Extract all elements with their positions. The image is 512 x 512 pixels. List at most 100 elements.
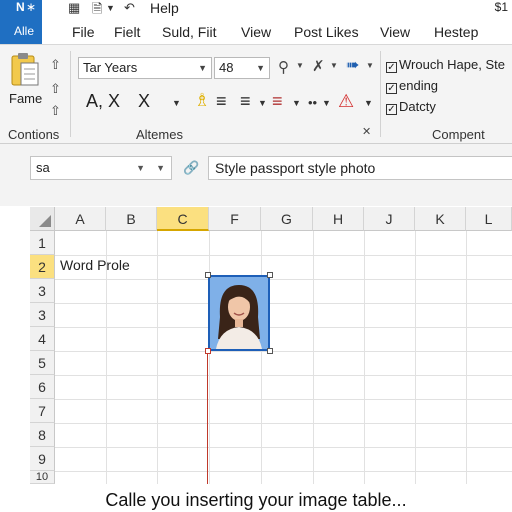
check-label: Wrouch Hape, Ste — [399, 57, 505, 72]
chevron-down-icon: ▼ — [256, 63, 265, 73]
column-header-f[interactable]: F — [209, 207, 261, 231]
row-header-6[interactable]: 6 — [30, 375, 55, 399]
tab-suld-fiit[interactable]: Suld, Fiit — [162, 24, 216, 40]
chevron-down-icon[interactable]: ▼ — [172, 98, 181, 108]
resize-handle-bottom-right[interactable] — [267, 348, 273, 354]
row-header-7[interactable]: 7 — [30, 399, 55, 423]
cut-icon[interactable]: ⇧ — [50, 57, 61, 73]
column-header-l[interactable]: L — [466, 207, 512, 231]
format-painter-icon[interactable]: ⇧ — [50, 103, 61, 119]
list-icon[interactable]: ≡ — [240, 91, 251, 112]
checkbox-icon: ✓ — [386, 62, 397, 73]
column-header-b[interactable]: B — [106, 207, 157, 231]
font-name-value: Tar Years — [83, 60, 138, 75]
undo-icon[interactable]: ↶ — [124, 0, 135, 16]
check-datcty[interactable]: ✓ Datcty — [386, 99, 436, 115]
gridline — [55, 279, 512, 280]
save-icon[interactable]: ▦ — [68, 0, 80, 16]
chevron-down-icon[interactable]: ▼ — [258, 98, 267, 108]
gridline — [55, 423, 512, 424]
caption-text: Calle you inserting your image table... — [105, 490, 407, 510]
chevron-down-icon[interactable]: ▼ — [364, 98, 373, 108]
column-header-k[interactable]: K — [415, 207, 466, 231]
menu-bar: File Fielt Suld, Fiit View Post Likes Vi… — [42, 18, 512, 44]
row-header-8[interactable]: 8 — [30, 423, 55, 447]
chevron-down-icon[interactable]: ▼ — [330, 61, 338, 70]
name-box[interactable]: sa ▼ ▼ — [30, 156, 172, 180]
chevron-down-icon[interactable]: ▼ — [292, 98, 301, 108]
copy-icon[interactable]: ⇧ — [50, 81, 61, 97]
gridline — [55, 399, 512, 400]
font-name-select[interactable]: Tar Years ▼ — [78, 57, 212, 79]
anchor-guide-line — [207, 353, 208, 484]
paste-label[interactable]: Fame — [9, 91, 42, 106]
chevron-down-icon[interactable]: ▼ — [366, 61, 374, 70]
resize-handle-top-right[interactable] — [267, 272, 273, 278]
highlight-icon[interactable]: ♗ — [194, 90, 210, 111]
chevron-down-icon: ▼ — [156, 163, 165, 173]
ribbon-separator — [70, 51, 71, 137]
row-header-2[interactable]: 2 — [30, 255, 55, 279]
chevron-down-icon[interactable]: ▼ — [296, 61, 304, 70]
more-icon[interactable]: •• — [308, 95, 317, 110]
paste-icon[interactable] — [10, 53, 40, 87]
tab-fielt[interactable]: Fielt — [114, 24, 140, 40]
ribbon-separator — [380, 51, 381, 137]
help-label[interactable]: Help — [150, 0, 179, 16]
gridline — [55, 327, 512, 328]
pin-icon[interactable]: ➠ — [346, 55, 359, 75]
formula-input[interactable]: Style passport style photo — [208, 156, 512, 180]
row-header-3b[interactable]: 3 — [30, 303, 55, 327]
checkbox-icon: ✓ — [386, 83, 397, 94]
find-icon[interactable]: ⚲ — [278, 58, 289, 76]
tab-file[interactable]: File — [72, 24, 95, 40]
numbered-list-icon[interactable]: ≡ — [272, 91, 283, 112]
column-header-h[interactable]: H — [313, 207, 364, 231]
check-ending[interactable]: ✓ ending — [386, 78, 438, 94]
dropdown-icon[interactable]: ▼ — [106, 3, 115, 13]
select-all-corner[interactable] — [30, 207, 55, 231]
row-header-9[interactable]: 9 — [30, 447, 55, 471]
row-header-5[interactable]: 5 — [30, 351, 55, 375]
column-header-g[interactable]: G — [261, 207, 313, 231]
logo-label: Alle — [14, 24, 35, 38]
row-header-1[interactable]: 1 — [30, 231, 55, 255]
resize-handle-top-left[interactable] — [205, 272, 211, 278]
column-header-c[interactable]: C — [157, 207, 209, 231]
clipboard-group-label: Contions — [8, 127, 60, 142]
font-group-label: Altemes — [136, 127, 183, 142]
check-wrouch[interactable]: ✓ Wrouch Hape, Ste — [386, 57, 505, 73]
link-icon[interactable]: 🔗 — [183, 160, 199, 176]
logo-mark: N — [16, 0, 25, 14]
tab-view-2[interactable]: View — [380, 24, 410, 40]
tab-view[interactable]: View — [241, 24, 271, 40]
row-header-3[interactable]: 3 — [30, 279, 55, 303]
warning-icon[interactable]: ⚠ — [338, 91, 354, 112]
gridline — [55, 375, 512, 376]
font-size-select[interactable]: 48 ▼ — [214, 57, 270, 79]
check-label: Datcty — [399, 99, 436, 114]
inserted-photo[interactable] — [208, 275, 270, 351]
bold-button[interactable]: A, X — [86, 91, 120, 112]
resize-handle-bottom-left[interactable] — [205, 348, 211, 354]
gridline — [55, 255, 512, 256]
dialog-launcher-icon[interactable]: ✕ — [362, 125, 371, 138]
gridline — [55, 471, 512, 472]
cell-a2-text[interactable]: Word Prole — [60, 257, 130, 273]
gridline — [55, 303, 512, 304]
italic-button[interactable]: X — [138, 91, 150, 112]
column-header-a[interactable]: A — [55, 207, 106, 231]
row-header-4[interactable]: 4 — [30, 327, 55, 351]
title-bar: ▦ 🗎 ▼ ↶ Help $1 — [0, 0, 512, 18]
chevron-down-icon[interactable]: ▼ — [322, 98, 331, 108]
app-logo[interactable]: N ∗ Alle — [0, 0, 42, 44]
transform-icon[interactable]: ✗ — [312, 57, 325, 75]
title-right-text: $1 — [494, 0, 508, 14]
tab-post-likes[interactable]: Post Likes — [294, 24, 359, 40]
tab-hestep[interactable]: Hestep — [434, 24, 478, 40]
align-icon[interactable]: ≡ — [216, 91, 227, 112]
spreadsheet-grid[interactable]: A B C F G H J K L 1 2 3 3 4 5 6 7 8 9 10… — [30, 207, 512, 484]
row-header-10[interactable]: 10 — [30, 471, 55, 484]
checkbox-icon: ✓ — [386, 104, 397, 115]
column-header-j[interactable]: J — [364, 207, 415, 231]
